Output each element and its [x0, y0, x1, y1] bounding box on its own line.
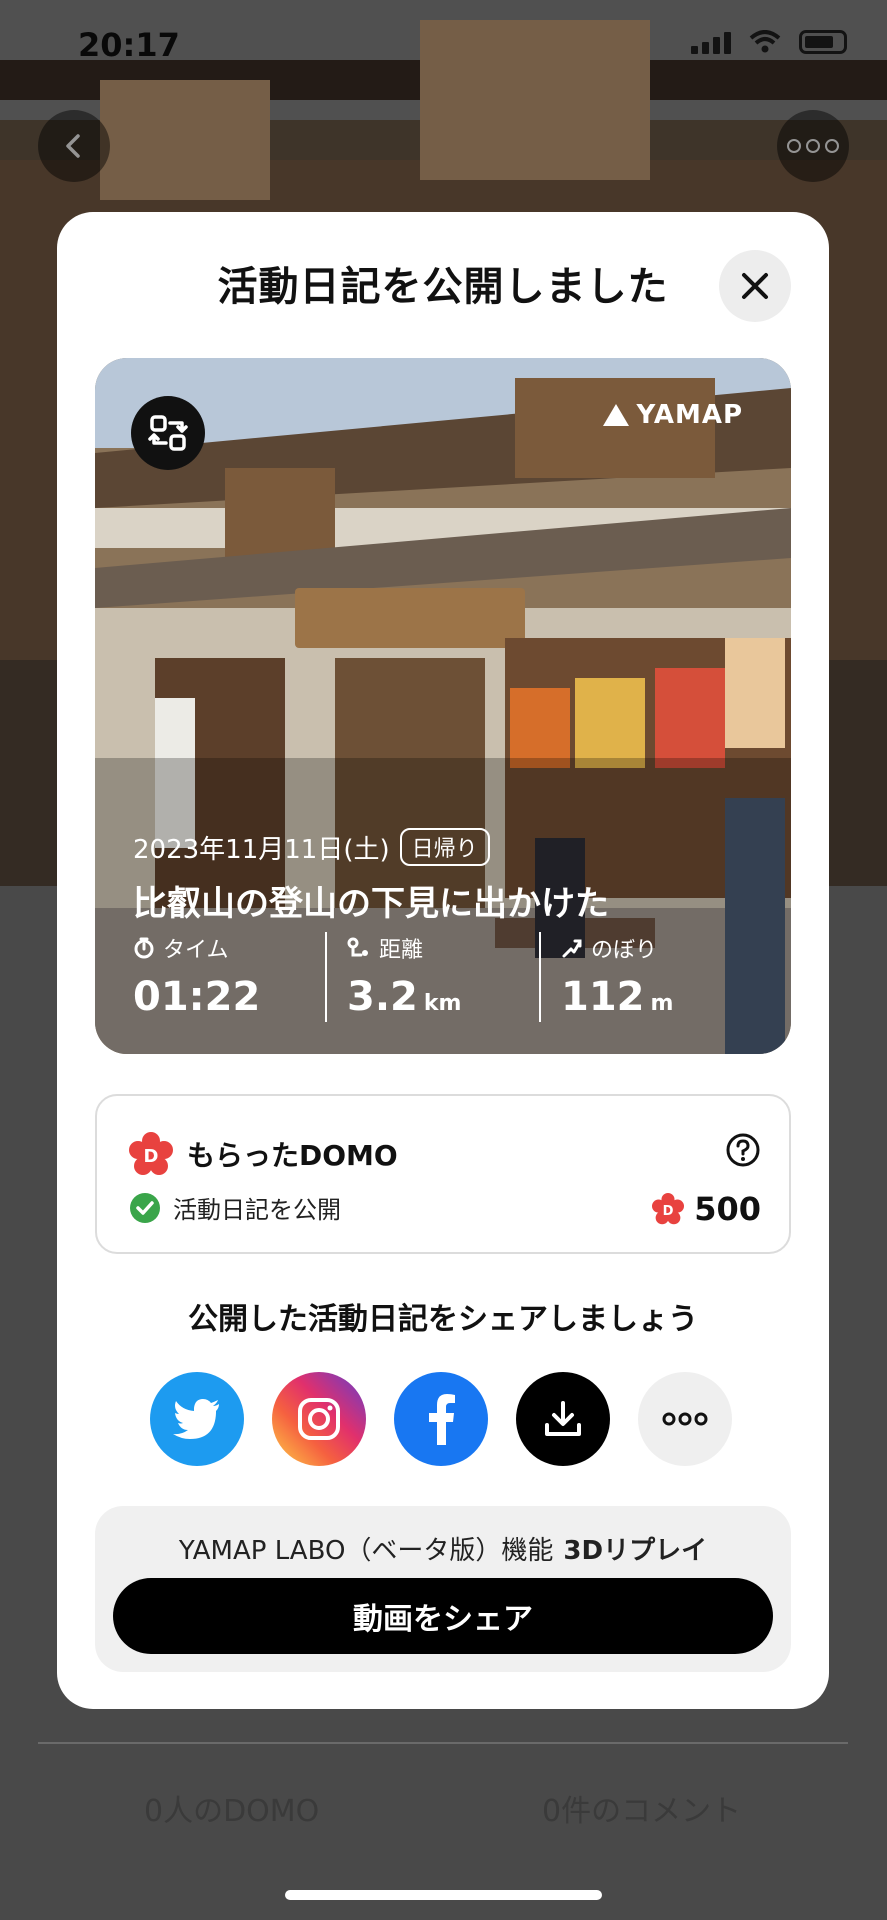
labo-feature: 3Dリプレイ: [563, 1536, 708, 1566]
download-button[interactable]: [516, 1372, 610, 1466]
close-button[interactable]: [719, 250, 791, 322]
metric-label: のぼり: [591, 938, 658, 963]
share-facebook-button[interactable]: [394, 1372, 488, 1466]
domo-action: 活動日記を公開: [173, 1196, 341, 1224]
facebook-icon: [429, 1394, 455, 1445]
share-instagram-button[interactable]: [272, 1372, 366, 1466]
more-icon: [662, 1412, 708, 1426]
swap-icon: [148, 415, 188, 451]
activity-card: YAMAP 2023年11月11日(土) 日帰り 比叡山の登山の下見に出かけた …: [95, 358, 791, 1054]
switch-photo-button[interactable]: [131, 396, 205, 470]
domo-icon: D: [129, 1132, 173, 1175]
comment-count[interactable]: 0件のコメント: [542, 1786, 741, 1830]
yamap-logo: YAMAP: [602, 400, 743, 430]
points-value: 500: [694, 1190, 761, 1228]
activity-date-row: 2023年11月11日(土) 日帰り: [133, 828, 490, 866]
modal-title: 活動日記を公開しました: [217, 264, 669, 310]
share-more-button[interactable]: [638, 1372, 732, 1466]
route-icon: [347, 937, 368, 957]
svg-text:D: D: [663, 1204, 674, 1219]
activity-metrics: タイム 01:22 距離 3.2 km のぼり 112 m: [133, 932, 753, 1022]
instagram-icon: [298, 1398, 340, 1440]
ascent-icon: [562, 939, 582, 958]
metric-ascent: のぼり 112 m: [539, 932, 753, 1022]
home-indicator: [285, 1890, 602, 1900]
domo-header: D もらったDOMO: [129, 1132, 398, 1176]
metric-unit: km: [423, 991, 462, 1016]
svg-text:D: D: [144, 1146, 159, 1167]
domo-reward-box: D もらったDOMO 活動日記を公開 D 500: [95, 1094, 791, 1254]
logo-text: YAMAP: [636, 400, 743, 430]
activity-date: 2023年11月11日(土): [133, 834, 390, 865]
stopwatch-icon: [134, 937, 154, 959]
yamap-labo-panel: YAMAP LABO（ベータ版）機能 3Dリプレイ 動画をシェア: [95, 1506, 791, 1672]
metric-value: 112: [561, 974, 645, 1020]
labo-label: YAMAP LABO（ベータ版）機能: [178, 1536, 554, 1566]
trip-type-badge: 日帰り: [399, 828, 490, 866]
domo-title: もらったDOMO: [187, 1139, 398, 1172]
close-icon: [742, 273, 768, 299]
metric-label: タイム: [163, 938, 229, 963]
share-twitter-button[interactable]: [150, 1372, 244, 1466]
domo-small-icon: D: [652, 1193, 685, 1225]
domo-count[interactable]: 0人のDOMO: [144, 1786, 319, 1830]
publish-complete-modal: 活動日記を公開しました YAMAP 2023年11月11日(土) 日帰り 比叡山…: [57, 212, 829, 1709]
share-video-button[interactable]: 動画をシェア: [113, 1578, 773, 1654]
mountain-logo-icon: [603, 404, 630, 426]
metric-value: 01:22: [133, 974, 261, 1020]
twitter-icon: [173, 1399, 219, 1439]
help-icon[interactable]: [725, 1132, 761, 1168]
metric-time: タイム 01:22: [133, 932, 325, 1022]
footer-stats: 0人のDOMO 0件のコメント: [38, 1742, 848, 1864]
download-icon: [545, 1401, 581, 1436]
check-circle-icon: [130, 1192, 160, 1223]
share-buttons: [150, 1372, 732, 1466]
metric-distance: 距離 3.2 km: [325, 932, 539, 1022]
domo-reward-item: 活動日記を公開: [129, 1190, 341, 1225]
metric-unit: m: [650, 991, 674, 1016]
share-heading: 公開した活動日記をシェアしましょう: [188, 1302, 698, 1337]
metric-value: 3.2: [347, 974, 418, 1020]
labo-label-row: YAMAP LABO（ベータ版）機能 3Dリプレイ: [95, 1530, 791, 1567]
metric-label: 距離: [379, 938, 424, 963]
activity-title: 比叡山の登山の下見に出かけた: [133, 884, 609, 924]
domo-points: D 500: [652, 1190, 761, 1228]
